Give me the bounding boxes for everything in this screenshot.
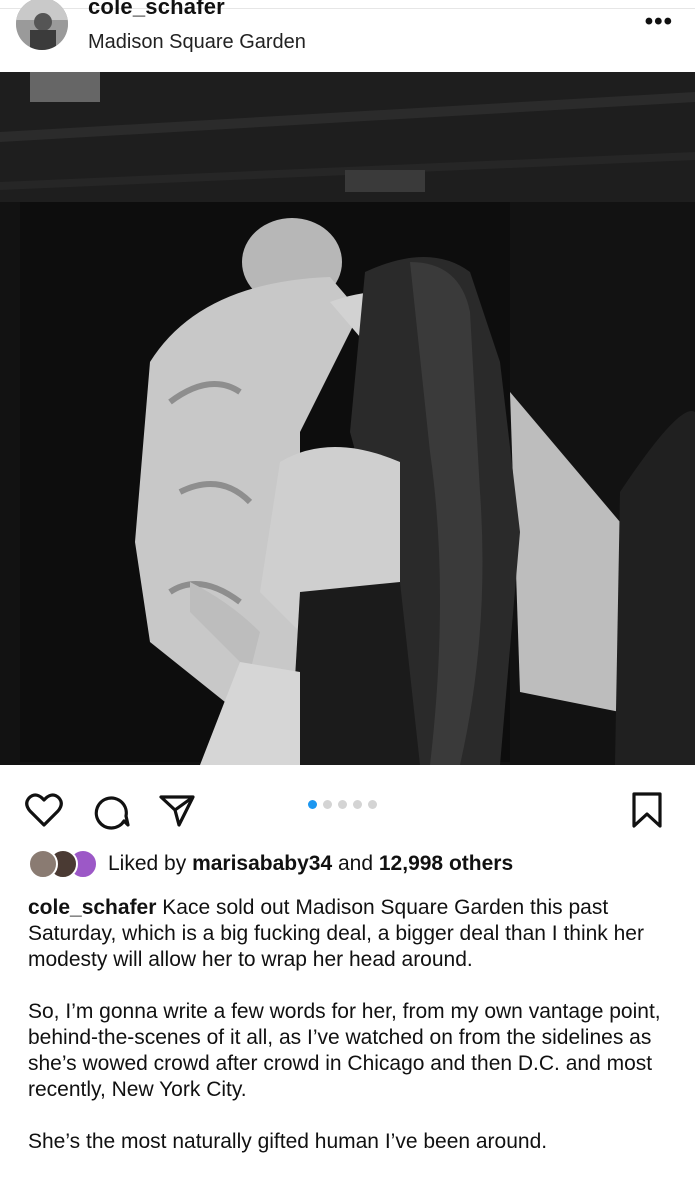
carousel-dot-active	[308, 800, 317, 809]
caption-paragraph-2: So, I’m gonna write a few words for her,…	[28, 1000, 661, 1101]
send-icon[interactable]	[155, 788, 199, 832]
liker-username[interactable]: marisababy34	[192, 852, 332, 875]
caption-author[interactable]: cole_schafer	[28, 896, 156, 919]
carousel-indicator	[308, 800, 377, 809]
liker-avatar	[28, 849, 58, 879]
caption-paragraph-3: She’s the most naturally gifted human I’…	[28, 1130, 548, 1153]
carousel-dot	[353, 800, 362, 809]
carousel-dot	[368, 800, 377, 809]
caption-paragraph-1: cole_schafer Kace sold out Madison Squar…	[28, 895, 668, 973]
post-photo[interactable]	[0, 72, 695, 765]
likes-count[interactable]: 12,998 others	[379, 852, 513, 875]
caption: cole_schafer Kace sold out Madison Squar…	[28, 895, 668, 1181]
post-header: cole_schafer Madison Square Garden •••	[0, 0, 695, 70]
bookmark-icon[interactable]	[625, 788, 669, 832]
likes-row[interactable]: Liked by marisababy34 and 12,998 others	[28, 848, 513, 880]
username[interactable]: cole_schafer	[88, 0, 225, 20]
carousel-dot	[338, 800, 347, 809]
comment-icon[interactable]	[90, 788, 134, 832]
more-horizontal-icon[interactable]: •••	[645, 8, 673, 36]
photo-image	[0, 72, 695, 765]
likes-text: Liked by marisababy34 and 12,998 others	[108, 852, 513, 876]
likes-prefix: Liked by	[108, 852, 193, 875]
location[interactable]: Madison Square Garden	[88, 31, 306, 54]
heart-icon[interactable]	[22, 788, 66, 832]
avatar-image	[16, 0, 68, 50]
avatar[interactable]	[16, 0, 68, 50]
likes-middle: and	[332, 852, 379, 875]
carousel-dot	[323, 800, 332, 809]
